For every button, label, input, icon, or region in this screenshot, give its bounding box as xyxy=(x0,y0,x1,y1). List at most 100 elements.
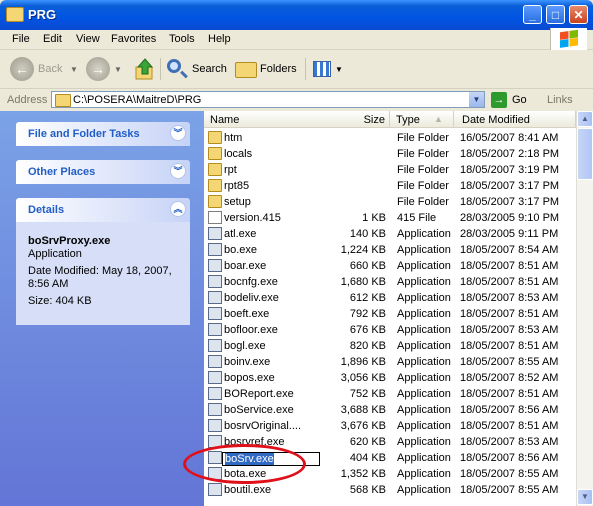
file-name-text[interactable]: boService.exe xyxy=(224,404,294,416)
file-row[interactable]: bofloor.exe 676 KB Application 18/05/2007 8… xyxy=(204,322,576,338)
file-row[interactable]: htm File Folder 16/05/2007 8:41 AM xyxy=(204,130,576,146)
back-dropdown-icon[interactable]: ▼ xyxy=(70,65,78,74)
file-name-text[interactable]: bogl.exe xyxy=(224,340,266,352)
panel-title[interactable]: Details xyxy=(28,204,64,216)
menu-file[interactable]: File xyxy=(12,33,30,45)
file-name[interactable]: boar.exe xyxy=(224,260,304,272)
views-dropdown-icon[interactable]: ▼ xyxy=(335,65,343,74)
go-button[interactable]: Go xyxy=(512,94,527,106)
file-name-text[interactable]: bodeliv.exe xyxy=(224,292,279,304)
panel-details[interactable]: Details ︽ xyxy=(16,198,190,222)
column-header-size[interactable]: Size xyxy=(320,111,390,128)
column-date-label[interactable]: Date Modified xyxy=(462,114,530,126)
panel-file-folder-tasks[interactable]: File and Folder Tasks ︾ xyxy=(16,122,190,146)
application-icon[interactable] xyxy=(208,291,222,304)
file-name-text[interactable]: boinv.exe xyxy=(224,356,270,368)
search-icon[interactable] xyxy=(167,59,181,73)
file-name-text[interactable]: boar.exe xyxy=(224,260,266,272)
file-name[interactable]: boeft.exe xyxy=(224,308,304,320)
file-name-text[interactable]: bofloor.exe xyxy=(224,324,278,336)
file-name-text[interactable]: rpt85 xyxy=(224,180,249,192)
file-name-text[interactable]: bosrvOriginal.... xyxy=(224,420,301,432)
application-icon[interactable] xyxy=(208,227,222,240)
minimize-button[interactable]: _ xyxy=(523,5,542,24)
close-button[interactable]: ✕ xyxy=(569,5,588,24)
maximize-button[interactable]: □ xyxy=(546,5,565,24)
file-name[interactable]: bopos.exe xyxy=(224,372,304,384)
address-dropdown-icon[interactable]: ▼ xyxy=(469,92,484,107)
application-icon[interactable] xyxy=(208,275,222,288)
column-header-date[interactable]: Date Modified xyxy=(454,111,576,128)
file-row[interactable]: bogl.exe 820 KB Application 18/05/2007 8:51… xyxy=(204,338,576,354)
file-name-text[interactable]: version.415 xyxy=(224,212,281,224)
file-row[interactable]: rpt File Folder 18/05/2007 3:19 PM xyxy=(204,162,576,178)
menu-tools[interactable]: Tools xyxy=(169,33,195,45)
column-size-label[interactable]: Size xyxy=(364,114,385,126)
search-button[interactable]: Search xyxy=(192,63,227,75)
application-icon[interactable] xyxy=(208,419,222,432)
file-name-text[interactable]: bopos.exe xyxy=(224,372,275,384)
go-arrow-icon[interactable]: → xyxy=(491,92,507,108)
file-name[interactable]: boutil.exe xyxy=(224,484,304,496)
application-icon[interactable] xyxy=(208,243,222,256)
file-row[interactable]: bo.exe 1,224 KB Application 18/05/2007 8:54… xyxy=(204,242,576,258)
views-icon[interactable] xyxy=(313,61,331,77)
chevron-down-icon[interactable]: ︾ xyxy=(170,163,186,179)
file-name[interactable]: rpt85 xyxy=(224,180,304,192)
scroll-up-icon[interactable]: ▲ xyxy=(577,111,593,127)
application-icon[interactable] xyxy=(208,371,222,384)
file-name[interactable]: htm xyxy=(224,132,304,144)
file-name[interactable]: atl.exe xyxy=(224,228,304,240)
file-row[interactable]: bodeliv.exe 612 KB Application 18/05/2007 8… xyxy=(204,290,576,306)
menu-view[interactable]: View xyxy=(76,33,100,45)
file-name[interactable]: bofloor.exe xyxy=(224,324,304,336)
folder-icon[interactable] xyxy=(208,131,222,144)
file-name[interactable]: boinv.exe xyxy=(224,356,304,368)
file-name[interactable]: bodeliv.exe xyxy=(224,292,304,304)
file-row[interactable]: boeft.exe 792 KB Application 18/05/2007 8:5… xyxy=(204,306,576,322)
scroll-thumb[interactable] xyxy=(577,128,593,180)
up-folder-icon[interactable] xyxy=(135,58,155,80)
file-name[interactable]: BOReport.exe xyxy=(224,388,304,400)
file-row[interactable]: boutil.exe 568 KB Application 18/05/2007 8:… xyxy=(204,482,576,498)
chevron-down-icon[interactable]: ︾ xyxy=(170,125,186,141)
application-icon[interactable] xyxy=(208,387,222,400)
column-type-label[interactable]: Type xyxy=(396,114,420,126)
file-row[interactable]: atl.exe 140 KB Application 28/03/2005 9:11 … xyxy=(204,226,576,242)
file-row[interactable]: rpt85 File Folder 18/05/2007 3:17 PM xyxy=(204,178,576,194)
back-label[interactable]: Back xyxy=(38,63,62,75)
file-row[interactable]: boinv.exe 1,896 KB Application 18/05/2007 8… xyxy=(204,354,576,370)
back-arrow-icon[interactable]: ← xyxy=(10,57,34,81)
application-icon[interactable] xyxy=(208,403,222,416)
title-bar[interactable]: PRG _ □ ✕ xyxy=(0,0,593,30)
file-name-text[interactable]: bocnfg.exe xyxy=(224,276,278,288)
file-name-text[interactable]: htm xyxy=(224,132,242,144)
application-icon[interactable] xyxy=(208,355,222,368)
menu-help[interactable]: Help xyxy=(208,33,231,45)
folder-icon[interactable] xyxy=(208,147,222,160)
file-row[interactable]: version.415 1 KB 415 File 28/03/2005 9:10 P… xyxy=(204,210,576,226)
file-row[interactable]: boService.exe 3,688 KB Application 18/05/20… xyxy=(204,402,576,418)
panel-other-places[interactable]: Other Places ︾ xyxy=(16,160,190,184)
file-name[interactable]: bosrvOriginal.... xyxy=(224,420,304,432)
file-name-text[interactable]: boeft.exe xyxy=(224,308,269,320)
file-name[interactable]: version.415 xyxy=(224,212,304,224)
file-name[interactable]: boService.exe xyxy=(224,404,304,416)
address-input[interactable]: C:\POSERA\MaitreD\PRG ▼ xyxy=(51,91,485,108)
file-name[interactable]: setup xyxy=(224,196,304,208)
scroll-down-icon[interactable]: ▼ xyxy=(577,489,593,505)
file-icon[interactable] xyxy=(208,211,222,224)
column-name-label[interactable]: Name xyxy=(210,114,239,126)
file-name-text[interactable]: atl.exe xyxy=(224,228,256,240)
chevron-up-icon[interactable]: ︽ xyxy=(170,201,186,217)
file-row[interactable]: bocnfg.exe 1,680 KB Application 18/05/2007 … xyxy=(204,274,576,290)
file-name[interactable]: bocnfg.exe xyxy=(224,276,304,288)
links-button[interactable]: Links xyxy=(547,94,573,106)
file-row[interactable]: bosrvOriginal.... 3,676 KB Application 18/0… xyxy=(204,418,576,434)
file-name-text[interactable]: bo.exe xyxy=(224,244,257,256)
application-icon[interactable] xyxy=(208,339,222,352)
application-icon[interactable] xyxy=(208,483,222,496)
file-name[interactable]: bo.exe xyxy=(224,244,304,256)
forward-dropdown-icon[interactable]: ▼ xyxy=(114,65,122,74)
panel-title[interactable]: Other Places xyxy=(28,166,95,178)
